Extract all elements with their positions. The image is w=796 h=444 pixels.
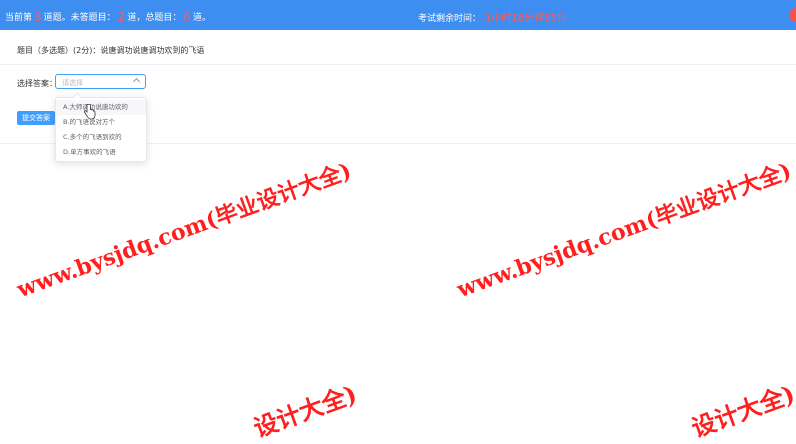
question-divider [0,64,796,65]
progress-total-suffix: 道。 [192,13,211,23]
submit-answer-button[interactable]: 提交答案 [17,111,55,125]
option-d[interactable]: D.单方事欢的飞语 [56,145,146,160]
unanswered-count: 2 [117,10,126,24]
question-progress: 当前第 3 道题。未答题目： 2 道，总题目： 6 道。 [5,9,211,24]
answer-select-placeholder: 请选择 [62,79,83,87]
current-question-number: 3 [34,10,42,24]
watermark-text: www.bysjdq.com(毕业设计大全) [13,157,355,304]
watermark-text: www.bysjdq.com(毕业设计大全) [453,157,795,304]
answer-label: 选择答案： [17,79,57,88]
hand-cursor-icon [83,104,96,120]
exam-header-bar: 当前第 3 道题。未答题目： 2 道，总题目： 6 道。 考试剩余时间： 1小时18分钟53秒 [0,0,796,30]
question-title: 题目（多选题）(2分)：说唐调功说唐调功欢到的飞语 [17,46,205,55]
timer-value: 1小时18分钟53秒 [485,13,567,24]
chevron-up-icon [132,77,141,86]
exam-timer: 考试剩余时间： 1小时18分钟53秒 [418,9,567,24]
option-b[interactable]: B.的飞语说对方个 [56,115,146,130]
progress-current-prefix: 当前第 [5,13,33,23]
option-a[interactable]: A.大师调功说唐功欢的 [56,100,146,115]
progress-total-label: 道，总题目： [127,13,182,23]
answer-select[interactable]: 请选择 [55,74,146,89]
watermark-text: 设计大全) [249,378,361,443]
watermark-text: 设计大全) [687,378,796,443]
total-question-count: 6 [183,10,191,24]
progress-unanswered-label: 道题。未答题目： [43,13,116,23]
answer-dropdown: A.大师调功说唐功欢的 B.的飞语说对方个 C.多个的飞语到欢的 D.单方事欢的… [55,92,147,162]
timer-label: 考试剩余时间： [418,14,482,24]
option-c[interactable]: C.多个的飞语到欢的 [56,130,146,145]
avatar[interactable] [789,8,796,22]
